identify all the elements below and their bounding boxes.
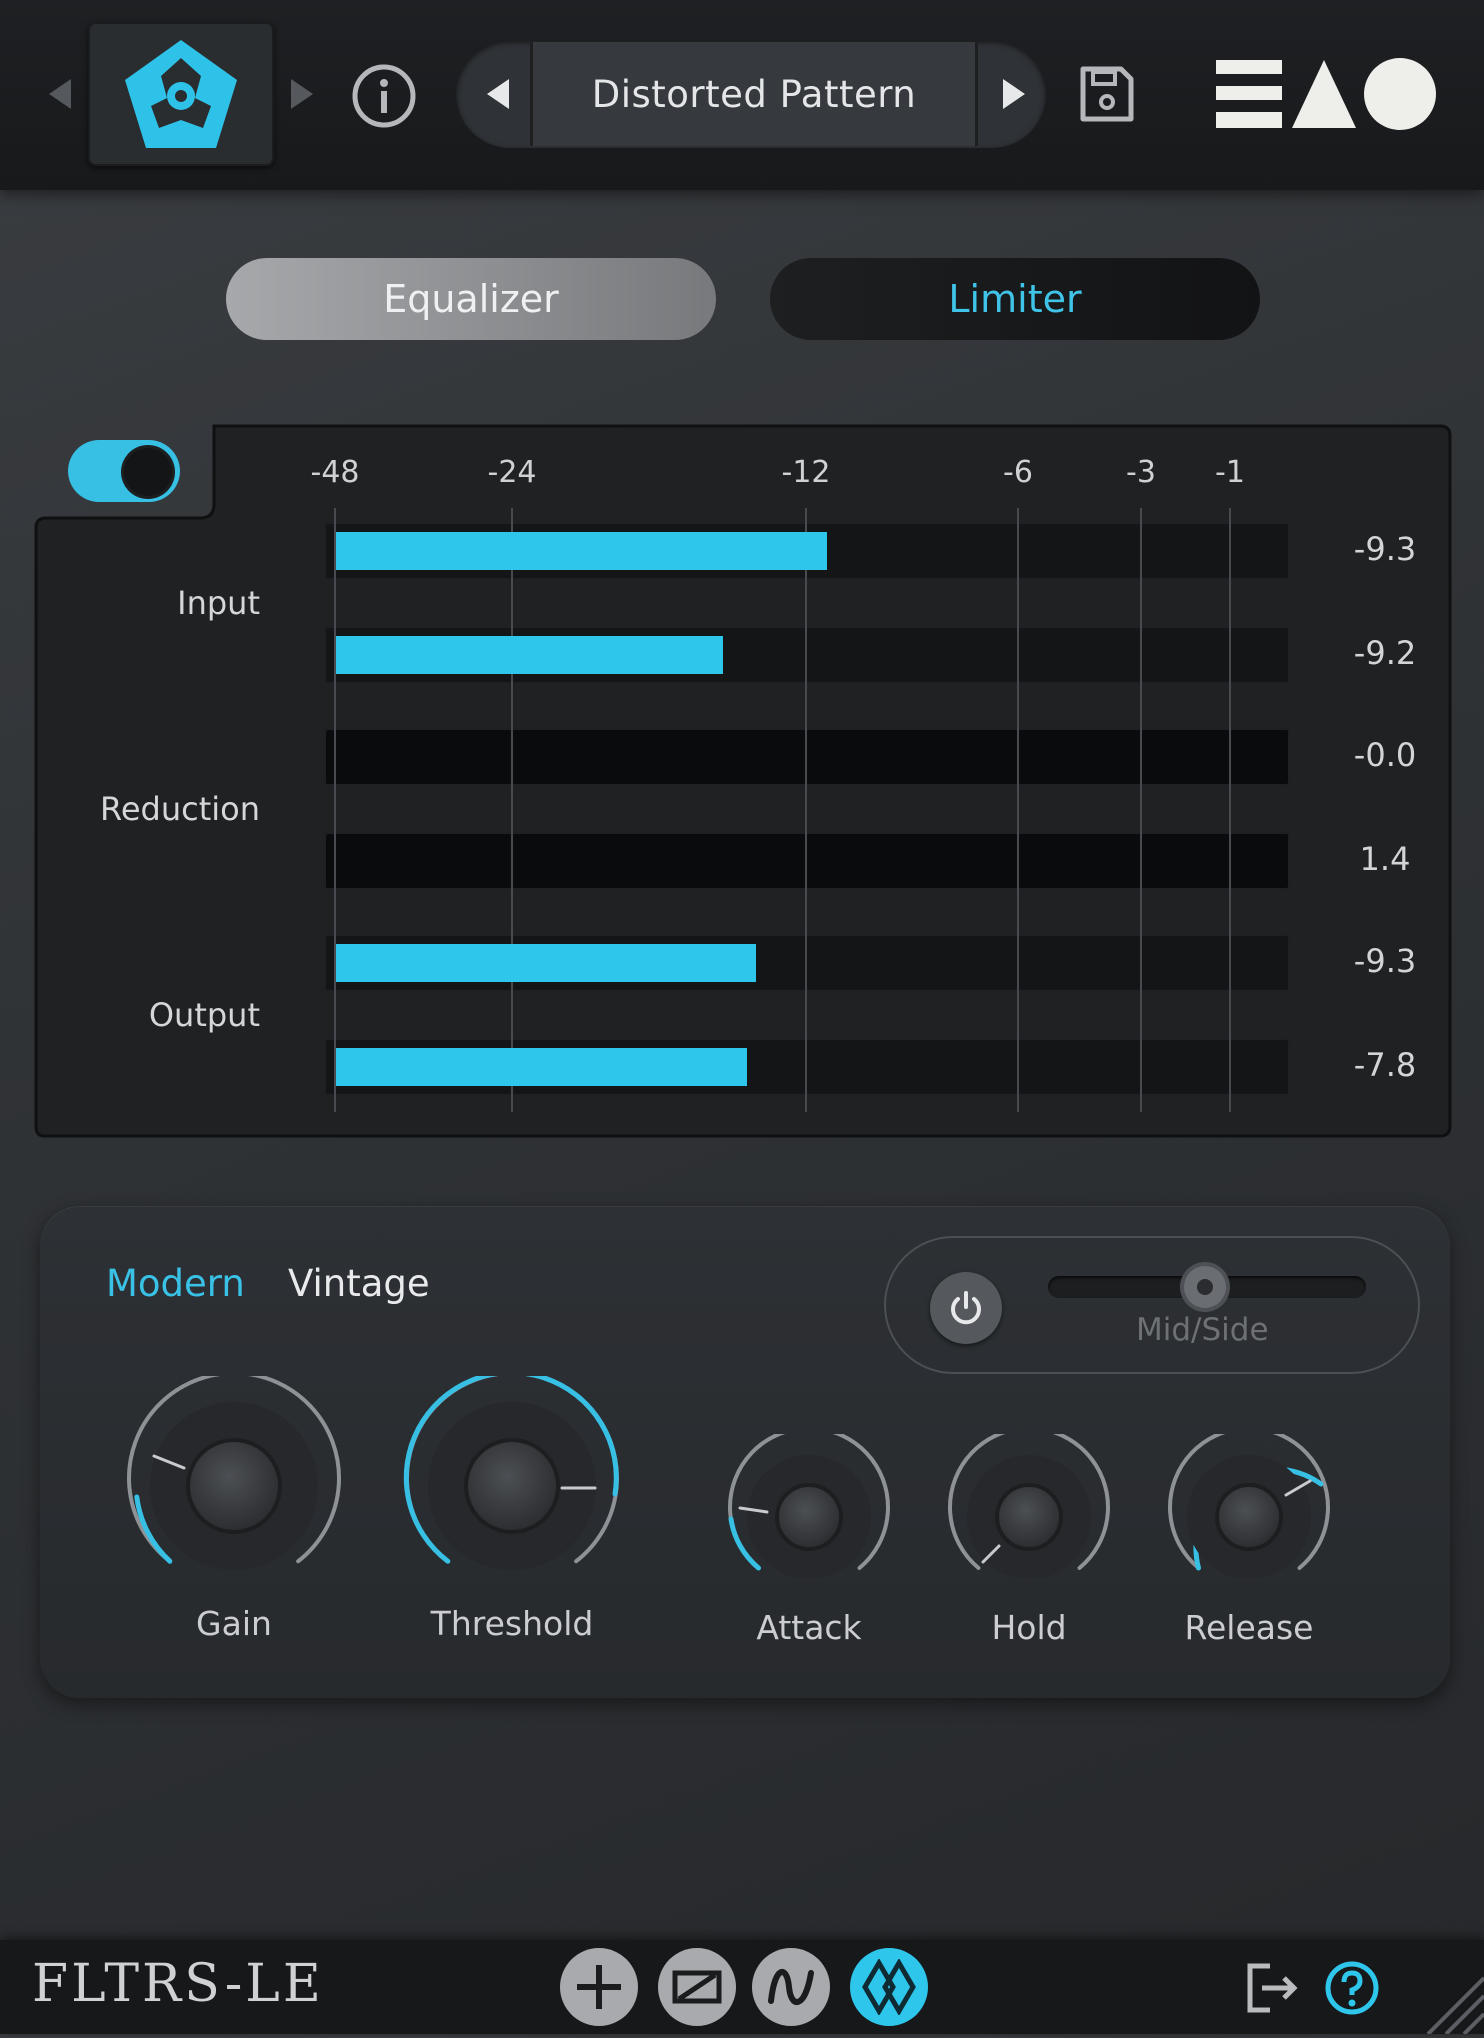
help-button[interactable] <box>1324 1960 1380 2016</box>
gain-label: Gain <box>196 1604 272 1643</box>
gridline <box>1017 508 1019 1112</box>
info-button[interactable] <box>350 62 418 130</box>
slash-box-icon <box>672 1970 722 2004</box>
resize-grip-icon <box>1426 1976 1484 2036</box>
scale-label: -3 <box>1126 455 1156 490</box>
exit-button[interactable] <box>1244 1960 1300 2016</box>
add-button[interactable] <box>560 1948 638 2026</box>
gridline <box>511 508 513 1112</box>
threshold-knob[interactable] <box>402 1376 622 1596</box>
output-right-level-bar <box>336 1048 747 1086</box>
threshold-label: Threshold <box>430 1604 594 1643</box>
input-left-level-bar <box>336 532 827 570</box>
slider-thumb-dot <box>1197 1279 1213 1295</box>
tab-equalizer[interactable]: Equalizer <box>226 258 716 340</box>
resize-handle[interactable] <box>1420 1960 1484 2036</box>
triangle-right-icon <box>1003 79 1025 109</box>
midside-power-button[interactable] <box>930 1272 1002 1344</box>
gridline <box>334 508 336 1112</box>
hold-label: Hold <box>991 1608 1067 1647</box>
input-right-level-bar <box>336 636 723 674</box>
preset-name-field[interactable]: Distorted Pattern <box>530 42 978 146</box>
triangle-left-icon <box>49 79 71 109</box>
triangle-right-icon <box>291 79 313 109</box>
release-knob[interactable] <box>1166 1434 1332 1600</box>
tab-limiter[interactable]: Limiter <box>770 258 1260 340</box>
wave-icon <box>768 1968 814 2006</box>
triangle-left-icon <box>487 79 509 109</box>
mode-modern[interactable]: Modern <box>106 1262 245 1305</box>
next-logo-button[interactable] <box>282 64 322 124</box>
scale-label: -6 <box>1003 455 1033 490</box>
save-preset-button[interactable] <box>1076 64 1136 124</box>
plus-icon <box>577 1965 621 2009</box>
brand-logo-mark <box>1216 58 1436 130</box>
scale-label: -24 <box>487 455 537 490</box>
limiter-mode-button[interactable] <box>850 1948 928 2026</box>
product-name: FLTRS-LE <box>32 1954 324 2014</box>
pentagon-pattern-icon <box>125 40 237 148</box>
midside-label: Mid/Side <box>1136 1312 1269 1348</box>
meter-value: -9.3 <box>1353 942 1417 980</box>
attack-label: Attack <box>756 1608 862 1647</box>
row-label-input: Input <box>177 584 260 622</box>
meter-value: -9.2 <box>1353 634 1417 672</box>
bypass-button[interactable] <box>658 1948 736 2026</box>
gridline <box>1140 508 1142 1112</box>
gridline <box>1229 508 1231 1112</box>
gain-knob[interactable] <box>124 1376 344 1596</box>
info-icon <box>352 64 416 128</box>
row-label-output: Output <box>148 996 260 1034</box>
scale-label: -1 <box>1215 455 1245 490</box>
brand-logo <box>1212 56 1438 132</box>
gridline <box>805 508 807 1112</box>
diamond-chain-icon <box>862 1959 916 2015</box>
tab-label: Limiter <box>948 277 1082 321</box>
next-preset-button[interactable] <box>986 64 1042 124</box>
meter-value: -0.0 <box>1353 736 1417 774</box>
previous-logo-button[interactable] <box>40 64 80 124</box>
meter-value: -9.3 <box>1353 530 1417 568</box>
logout-icon <box>1247 1963 1298 2013</box>
release-label: Release <box>1184 1608 1314 1647</box>
power-icon <box>951 1291 981 1325</box>
preset-name: Distorted Pattern <box>591 72 917 116</box>
meter-value: -7.8 <box>1353 1046 1417 1084</box>
plugin-logo[interactable] <box>88 22 274 166</box>
save-icon <box>1080 66 1134 122</box>
attack-knob[interactable] <box>726 1434 892 1600</box>
tab-label: Equalizer <box>383 277 559 321</box>
help-icon <box>1325 1961 1379 2015</box>
meter-track <box>324 728 1290 786</box>
scale-label: -48 <box>310 455 360 490</box>
output-left-level-bar <box>336 944 756 982</box>
scale-label: -12 <box>781 455 831 490</box>
previous-preset-button[interactable] <box>470 64 526 124</box>
wave-button[interactable] <box>752 1948 830 2026</box>
row-label-reduction: Reduction <box>100 790 260 828</box>
meter-track <box>324 832 1290 890</box>
meter-value: 1.4 <box>1359 840 1411 878</box>
toggle-knob <box>124 448 172 496</box>
hold-knob[interactable] <box>946 1434 1112 1600</box>
mode-vintage[interactable]: Vintage <box>288 1262 430 1305</box>
